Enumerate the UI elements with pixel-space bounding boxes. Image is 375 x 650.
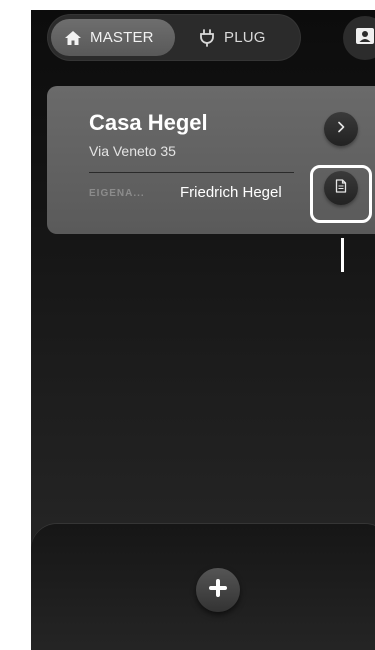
profile-button[interactable] [343,16,375,60]
card-divider [89,172,294,173]
tab-plug-label: PLUG [224,29,266,46]
tab-plug[interactable]: PLUG [185,19,279,56]
property-address: Via Veneto 35 [89,143,176,159]
plus-icon [208,578,228,603]
open-property-button[interactable] [324,112,358,146]
owner-name: Friedrich Hegel [180,184,282,201]
documents-highlight [310,165,372,223]
owner-label: EIGENA... [89,188,145,199]
add-property-button[interactable] [196,568,240,612]
plug-icon [198,28,216,47]
app-screen: MASTER PLUG Casa Hegel Via Veneto 35 EIG… [31,10,375,650]
home-icon [64,30,82,46]
tab-master[interactable]: MASTER [51,19,175,56]
property-title: Casa Hegel [89,110,208,135]
mode-switcher: MASTER PLUG [47,14,301,61]
chevron-right-icon [336,120,346,138]
highlight-pointer [341,238,344,272]
tab-master-label: MASTER [90,29,154,46]
profile-card-icon [355,27,375,50]
